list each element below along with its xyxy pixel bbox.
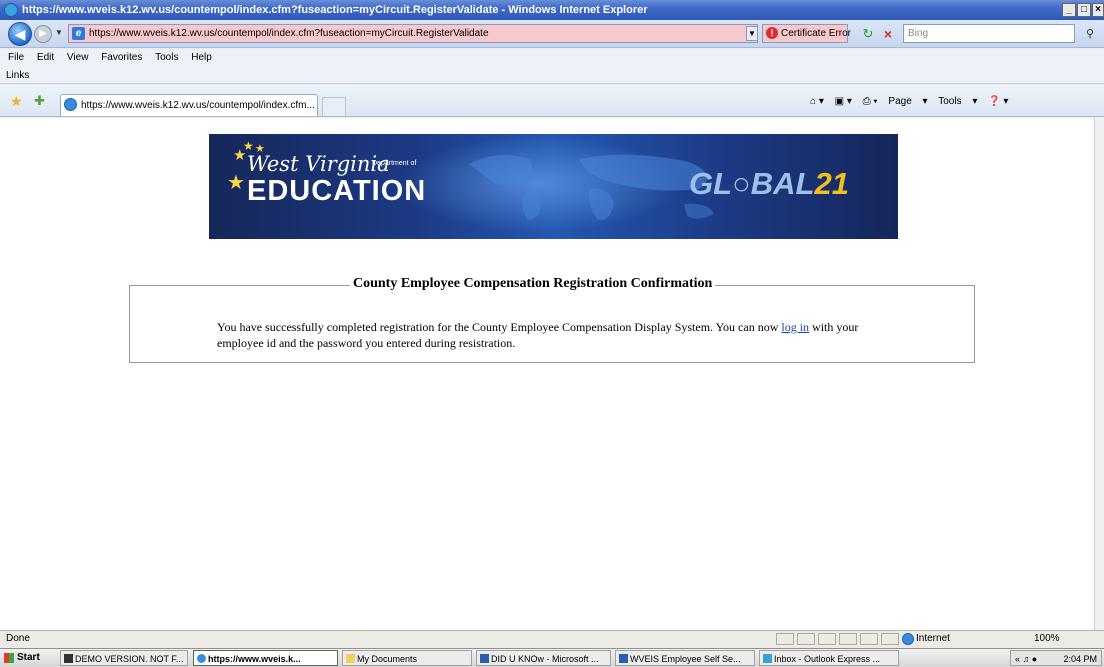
- status-panel: [881, 633, 899, 645]
- status-panel: [860, 633, 878, 645]
- minimize-button[interactable]: _: [1062, 3, 1076, 17]
- maximize-button[interactable]: □: [1077, 3, 1091, 17]
- menu-tools[interactable]: Tools: [150, 49, 183, 67]
- confirmation-fieldset: County Employee Compensation Registratio…: [129, 276, 975, 363]
- new-tab-button[interactable]: [322, 97, 346, 116]
- certificate-error-icon: !: [766, 27, 778, 39]
- taskbar-item-label: WVEIS Employee Self Se...: [630, 654, 741, 664]
- folder-icon: [346, 654, 355, 663]
- status-panel: [839, 633, 857, 645]
- menu-edit[interactable]: Edit: [32, 49, 59, 67]
- refresh-icon[interactable]: ↻: [860, 26, 876, 42]
- page-content: ★ ★ ★ ★ West Virginia Department of EDUC…: [0, 118, 1094, 630]
- stop-icon[interactable]: ×: [880, 26, 896, 42]
- taskbar-item-label: DEMO VERSION. NOT F...: [75, 654, 184, 664]
- window-title: https://www.wveis.k12.wv.us/countempol/i…: [22, 4, 648, 16]
- education-logo-text: EDUCATION: [247, 175, 427, 207]
- back-button[interactable]: ◀: [8, 22, 32, 46]
- global21-logo: GL○BAL21: [689, 166, 849, 202]
- log-in-link[interactable]: log in: [781, 320, 809, 334]
- ie-icon: [197, 654, 206, 663]
- taskbar-item-label: My Documents: [357, 654, 418, 664]
- page-menu-label: Page: [888, 96, 912, 107]
- word-icon: [619, 654, 628, 663]
- taskbar-item-label: Inbox - Outlook Express ...: [774, 654, 881, 664]
- tab-bar: ★ ✚ https://www.wveis.k12.wv.us/countemp…: [0, 85, 1104, 117]
- map-continent-australia: [684, 203, 714, 219]
- search-input[interactable]: Bing: [903, 24, 1075, 43]
- close-button[interactable]: ×: [1092, 3, 1104, 17]
- forward-button[interactable]: ▶: [34, 25, 52, 43]
- tab-current[interactable]: https://www.wveis.k12.wv.us/countempol/i…: [60, 94, 318, 116]
- status-panel: [797, 633, 815, 645]
- tab-page-icon: [64, 98, 77, 111]
- map-continent-south-america: [522, 189, 541, 220]
- browser-window: https://www.wveis.k12.wv.us/countempol/i…: [0, 0, 1104, 667]
- links-bar: Links: [0, 67, 1104, 84]
- menu-favorites[interactable]: Favorites: [96, 49, 147, 67]
- address-input[interactable]: https://www.wveis.k12.wv.us/countempol/i…: [68, 24, 758, 43]
- taskbar-item-my-documents[interactable]: My Documents: [342, 650, 472, 666]
- status-panel: [818, 633, 836, 645]
- address-toolbar: ◀ ▶ ▼ https://www.wveis.k12.wv.us/counte…: [0, 20, 1104, 48]
- page-menu[interactable]: Page ▾: [888, 96, 927, 107]
- page-icon: e: [72, 27, 85, 40]
- favorites-star-icon[interactable]: ★: [10, 93, 23, 110]
- zoom-level[interactable]: 100%: [1034, 631, 1060, 647]
- vertical-scrollbar[interactable]: [1094, 118, 1104, 630]
- wvde-banner: ★ ★ ★ ★ West Virginia Department of EDUC…: [209, 134, 898, 239]
- confirmation-message: You have successfully completed registra…: [217, 319, 907, 351]
- taskbar-item-ie[interactable]: https://www.wveis.k...: [193, 650, 338, 666]
- home-icon[interactable]: ⌂ ▾: [810, 96, 824, 107]
- wv-script-logo: West Virginia: [247, 152, 390, 176]
- feeds-icon[interactable]: ▣ ▾: [835, 96, 852, 107]
- search-icon[interactable]: ⚲: [1080, 25, 1100, 43]
- history-dropdown-icon[interactable]: ▼: [55, 28, 63, 37]
- taskbar-item-label: https://www.wveis.k...: [208, 654, 301, 664]
- title-bar: https://www.wveis.k12.wv.us/countempol/i…: [0, 0, 1104, 20]
- clock: 2:04 PM: [1063, 654, 1097, 664]
- message-text-before: You have successfully completed registra…: [217, 320, 782, 334]
- add-favorite-icon[interactable]: ✚: [34, 93, 45, 109]
- map-continent-africa: [588, 188, 614, 220]
- menu-view[interactable]: View: [62, 49, 94, 67]
- menu-bar: File Edit View Favorites Tools Help: [0, 49, 1104, 67]
- status-bar: Done Internet 100%: [0, 630, 1104, 647]
- taskbar-item-word-1[interactable]: DID U KNOw - Microsoft ...: [476, 650, 611, 666]
- taskbar-item-word-2[interactable]: WVEIS Employee Self Se...: [615, 650, 755, 666]
- security-zone[interactable]: Internet: [900, 631, 950, 647]
- map-continent-north-america: [469, 155, 533, 186]
- global-text: GL○BAL: [689, 166, 815, 201]
- tray-icons[interactable]: « ♫ ●: [1015, 654, 1037, 664]
- tools-menu[interactable]: Tools ▾: [938, 96, 977, 107]
- department-of-label: Department of: [372, 160, 417, 167]
- status-text: Done: [6, 633, 30, 644]
- print-icon[interactable]: ⎙ ▾: [863, 96, 878, 107]
- taskbar-item-demo[interactable]: DEMO VERSION. NOT F...: [60, 650, 188, 666]
- map-continent-europe-asia: [579, 154, 707, 191]
- global-21-text: 21: [814, 166, 849, 201]
- taskbar-item-outlook[interactable]: Inbox - Outlook Express ...: [759, 650, 899, 666]
- word-icon: [480, 654, 489, 663]
- system-tray: « ♫ ● 2:04 PM: [1010, 650, 1102, 666]
- star-icon: ★: [227, 172, 245, 194]
- windows-taskbar: Start DEMO VERSION. NOT F... https://www…: [0, 648, 1104, 667]
- tools-menu-label: Tools: [938, 96, 962, 107]
- ie-icon: [4, 3, 18, 17]
- taskbar-item-label: DID U KNOw - Microsoft ...: [491, 654, 599, 664]
- menu-help[interactable]: Help: [186, 49, 217, 67]
- menu-file[interactable]: File: [0, 49, 29, 67]
- help-icon[interactable]: ❓ ▾: [988, 96, 1008, 107]
- start-button[interactable]: Start: [3, 650, 55, 666]
- outlook-icon: [763, 654, 772, 663]
- command-bar: ⌂ ▾ ▣ ▾ ⎙ ▾ Page ▾ Tools ▾ ❓ ▾: [810, 94, 1016, 110]
- address-dropdown-icon[interactable]: ▼: [746, 26, 758, 41]
- links-label[interactable]: Links: [6, 70, 29, 81]
- confirmation-title: County Employee Compensation Registratio…: [350, 276, 716, 292]
- app-icon: [64, 654, 73, 663]
- status-panel: [776, 633, 794, 645]
